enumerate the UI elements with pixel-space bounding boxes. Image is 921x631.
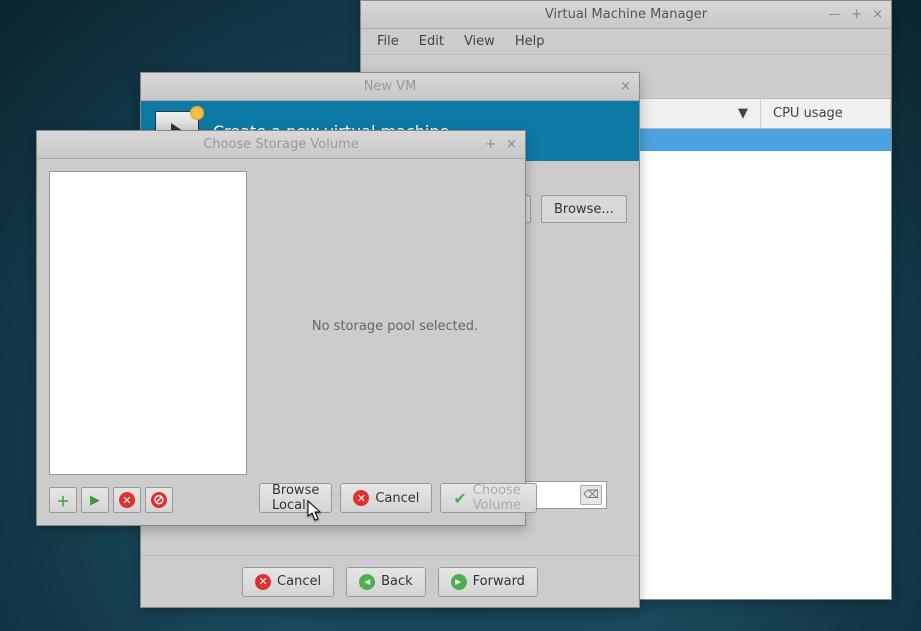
add-pool-button[interactable]: ＋ <box>49 487 77 513</box>
column-cpu-usage[interactable]: CPU usage <box>761 99 891 128</box>
close-icon[interactable]: × <box>872 7 883 22</box>
back-button[interactable]: Back <box>346 567 426 597</box>
cancel-icon: ✕ <box>255 574 271 590</box>
back-button-label: Back <box>381 574 413 589</box>
forward-button[interactable]: Forward <box>438 567 538 597</box>
newvm-footer: ✕ Cancel Back Forward <box>141 555 639 607</box>
browse-button[interactable]: Browse... <box>541 195 627 223</box>
play-icon: ▶ <box>90 493 100 508</box>
arrow-right-icon <box>451 574 467 590</box>
forward-button-label: Forward <box>473 574 525 589</box>
plus-icon: ＋ <box>56 491 69 510</box>
cancel-button[interactable]: ✕ Cancel <box>242 567 334 597</box>
vmm-title: Virtual Machine Manager <box>429 7 823 22</box>
sort-indicator: ▼ <box>738 106 748 121</box>
browse-button-label: Browse... <box>554 202 614 217</box>
csv-title: Choose Storage Volume <box>105 137 457 152</box>
cancel-button[interactable]: ✕ Cancel <box>340 483 432 513</box>
vmm-menubar: File Edit View Help <box>361 29 891 55</box>
csv-titlebar[interactable]: Choose Storage Volume + × <box>37 131 525 159</box>
storage-pool-list[interactable] <box>49 171 247 475</box>
minimize-icon[interactable]: — <box>828 7 841 22</box>
empty-state-text: No storage pool selected. <box>277 319 513 334</box>
vmm-titlebar[interactable]: Virtual Machine Manager — + × <box>361 1 891 29</box>
choose-storage-volume-window: Choose Storage Volume + × No storage poo… <box>36 130 526 526</box>
start-pool-button[interactable]: ▶ <box>81 487 109 513</box>
cancel-icon: ✕ <box>353 490 369 506</box>
maximize-icon[interactable]: + <box>851 7 862 22</box>
cancel-button-label: Cancel <box>277 574 321 589</box>
close-icon[interactable]: × <box>506 137 517 152</box>
stop-pool-button[interactable]: ✕ <box>113 487 141 513</box>
clear-entry-icon[interactable]: ⌫ <box>580 485 602 505</box>
cancel-icon: ✕ <box>119 492 135 508</box>
browse-local-label: Browse Local <box>272 483 319 513</box>
cancel-label: Cancel <box>375 491 419 506</box>
no-entry-icon: ⊘ <box>151 492 167 508</box>
menu-help[interactable]: Help <box>507 32 553 51</box>
newvm-titlebar[interactable]: New VM × <box>141 73 639 101</box>
browse-local-button[interactable]: Browse Local <box>259 483 332 513</box>
choose-volume-button: ✔ Choose Volume <box>440 483 536 513</box>
menu-view[interactable]: View <box>456 32 503 51</box>
arrow-left-icon <box>359 574 375 590</box>
newvm-title: New VM <box>209 79 571 94</box>
close-icon[interactable]: × <box>620 79 631 94</box>
check-icon: ✔ <box>453 490 466 506</box>
menu-file[interactable]: File <box>369 32 407 51</box>
choose-volume-label: Choose Volume <box>473 483 524 513</box>
menu-edit[interactable]: Edit <box>411 32 452 51</box>
delete-pool-button[interactable]: ⊘ <box>145 487 173 513</box>
maximize-icon[interactable]: + <box>485 137 496 152</box>
